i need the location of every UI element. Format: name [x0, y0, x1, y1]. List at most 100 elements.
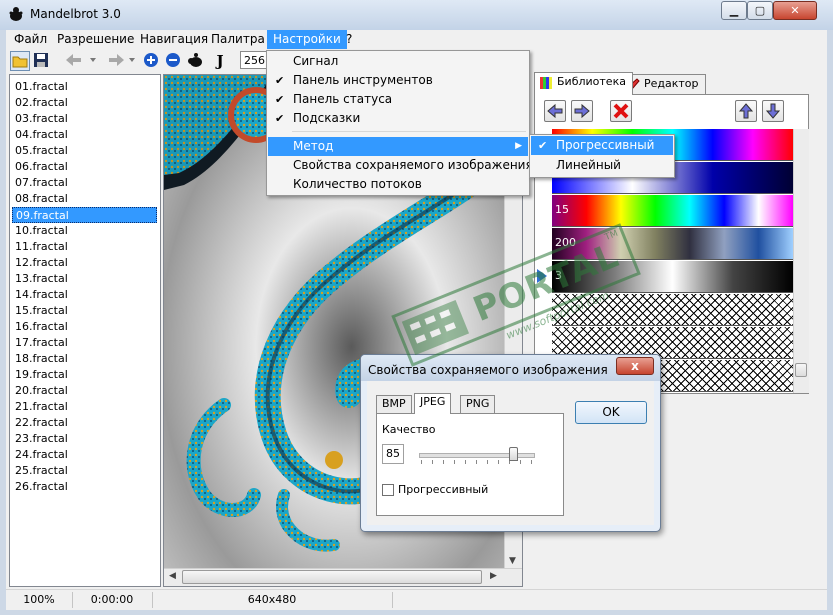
- file-list-item[interactable]: 17.fractal: [12, 335, 157, 351]
- file-list-item[interactable]: 23.fractal: [12, 431, 157, 447]
- settings-menu-item[interactable]: ✔ Панель статуса: [268, 90, 528, 109]
- method-submenu-item-label: Линейный: [556, 158, 621, 172]
- undo-arrow-icon: [66, 54, 96, 66]
- move-left-button[interactable]: [544, 100, 566, 122]
- settings-menu-item[interactable]: Метод ▶: [268, 137, 528, 156]
- move-down-button[interactable]: [762, 100, 784, 122]
- move-right-button[interactable]: [571, 100, 593, 122]
- quality-slider-thumb[interactable]: [509, 447, 518, 461]
- zoom-out-button[interactable]: [164, 51, 184, 71]
- minimize-button[interactable]: ▁: [721, 1, 747, 20]
- file-list-item[interactable]: 14.fractal: [12, 287, 157, 303]
- tab-library-label: Библиотека: [557, 75, 626, 88]
- file-list-item[interactable]: 25.fractal: [12, 463, 157, 479]
- status-time: 0:00:00: [72, 592, 153, 608]
- scroll-left-arrow-icon[interactable]: ◀: [165, 569, 180, 584]
- check-mark-icon: ✔: [275, 93, 285, 106]
- method-submenu-item-label: Прогрессивный: [556, 138, 655, 152]
- settings-menu-item[interactable]: ✔ Подсказки: [268, 109, 528, 128]
- settings-menu-item[interactable]: Количество потоков: [268, 175, 528, 194]
- scroll-right-arrow-icon[interactable]: ▶: [486, 569, 501, 584]
- palette-scroll-thumb[interactable]: [795, 363, 807, 377]
- file-list-item[interactable]: 07.fractal: [12, 175, 157, 191]
- file-list-item[interactable]: 16.fractal: [12, 319, 157, 335]
- settings-menu-item-label: Сигнал: [293, 54, 339, 68]
- file-list-item[interactable]: 11.fractal: [12, 239, 157, 255]
- tab-library[interactable]: Библиотека: [534, 72, 633, 95]
- progressive-checkbox[interactable]: [382, 484, 394, 496]
- status-zoom: 100%: [6, 592, 73, 608]
- scroll-down-arrow-icon[interactable]: ▼: [505, 554, 520, 569]
- menu-help[interactable]: ?: [340, 30, 358, 49]
- palette-list-scrollbar[interactable]: [793, 129, 809, 393]
- dialog-title: Свойства сохраняемого изображения: [368, 363, 608, 377]
- save-button[interactable]: [32, 51, 52, 71]
- palette-row[interactable]: [552, 294, 793, 326]
- settings-menu-item[interactable]: ✔ Панель инструментов: [268, 71, 528, 90]
- ok-button[interactable]: OK: [575, 401, 647, 424]
- dialog-tab-png[interactable]: PNG: [460, 395, 496, 413]
- file-list-item[interactable]: 05.fractal: [12, 143, 157, 159]
- method-submenu: ✔ Прогрессивный Линейный: [529, 134, 675, 178]
- status-bar: 100% 0:00:00 640x480: [6, 589, 827, 610]
- settings-dropdown-menu: Сигнал ✔ Панель инструментов ✔ Панель статус…: [266, 50, 533, 196]
- menu-palette[interactable]: Палитра: [205, 30, 271, 49]
- palette-row[interactable]: 3: [552, 261, 793, 293]
- open-folder-button[interactable]: [10, 51, 30, 71]
- move-up-button[interactable]: [735, 100, 757, 122]
- file-list-item[interactable]: 03.fractal: [12, 111, 157, 127]
- redo-button[interactable]: [104, 51, 142, 71]
- tab-editor-label: Редактор: [644, 77, 699, 90]
- check-mark-icon: ✔: [538, 139, 548, 152]
- file-list-item[interactable]: 10.fractal: [12, 223, 157, 239]
- file-list-item[interactable]: 13.fractal: [12, 271, 157, 287]
- method-submenu-item[interactable]: Линейный: [531, 156, 673, 175]
- menu-file[interactable]: Файл: [8, 30, 53, 49]
- title-bar[interactable]: Mandelbrot 3.0 ▁ ▢ ✕: [0, 0, 833, 30]
- file-list-item[interactable]: 21.fractal: [12, 399, 157, 415]
- file-list-item[interactable]: 01.fractal: [12, 79, 157, 95]
- delete-palette-button[interactable]: [610, 100, 632, 122]
- file-list-item[interactable]: 15.fractal: [12, 303, 157, 319]
- menu-resolution[interactable]: Разрешение: [51, 30, 140, 49]
- dialog-close-button[interactable]: x: [616, 357, 654, 375]
- mandelbrot-button[interactable]: [186, 51, 206, 71]
- file-list-item[interactable]: 24.fractal: [12, 447, 157, 463]
- file-list-item[interactable]: 22.fractal: [12, 415, 157, 431]
- file-list-item[interactable]: 04.fractal: [12, 127, 157, 143]
- file-list-item[interactable]: 19.fractal: [12, 367, 157, 383]
- dialog-tab-bmp[interactable]: BMP: [376, 395, 412, 413]
- file-list-item[interactable]: 18.fractal: [12, 351, 157, 367]
- app-window: Mandelbrot 3.0 ▁ ▢ ✕ Файл Разрешение Нав…: [0, 0, 833, 615]
- file-list-item[interactable]: 02.fractal: [12, 95, 157, 111]
- palette-row[interactable]: 200: [552, 228, 793, 260]
- settings-menu-item[interactable]: Свойства сохраняемого изображения: [268, 156, 533, 175]
- method-submenu-item[interactable]: ✔ Прогрессивный: [531, 136, 673, 155]
- quality-input[interactable]: 85: [382, 444, 404, 464]
- palette-row[interactable]: 15: [552, 195, 793, 227]
- file-list-item[interactable]: 06.fractal: [12, 159, 157, 175]
- file-list-item[interactable]: 08.fractal: [12, 191, 157, 207]
- horizontal-scroll-thumb[interactable]: [182, 570, 482, 584]
- tab-editor[interactable]: Редактор: [621, 74, 706, 94]
- undo-button[interactable]: [62, 51, 100, 71]
- file-list-item[interactable]: 26.fractal: [12, 479, 157, 495]
- menu-navigation[interactable]: Навигация: [134, 30, 214, 49]
- viewport-horizontal-scrollbar[interactable]: ◀ ▶: [164, 568, 522, 586]
- status-resolution: 640x480: [152, 592, 393, 608]
- julia-button[interactable]: J: [210, 51, 230, 71]
- dialog-title-bar[interactable]: Свойства сохраняемого изображения x: [361, 355, 660, 381]
- menu-settings[interactable]: Настройки: [267, 30, 347, 49]
- file-list-item[interactable]: 09.fractal: [12, 207, 157, 223]
- mandelbrot-shape-icon: [188, 53, 202, 67]
- settings-menu-item[interactable]: Сигнал: [268, 52, 528, 71]
- maximize-button[interactable]: ▢: [747, 1, 773, 20]
- palette-label: 200: [555, 236, 576, 249]
- fractal-file-list[interactable]: 01.fractal 02.fractal 03.fractal 04.fractal…: [9, 74, 161, 587]
- file-list-item[interactable]: 20.fractal: [12, 383, 157, 399]
- app-logo-icon: [9, 7, 23, 21]
- file-list-item[interactable]: 12.fractal: [12, 255, 157, 271]
- dialog-tab-jpeg[interactable]: JPEG: [414, 393, 452, 414]
- close-button[interactable]: ✕: [773, 1, 817, 20]
- zoom-in-button[interactable]: [142, 51, 162, 71]
